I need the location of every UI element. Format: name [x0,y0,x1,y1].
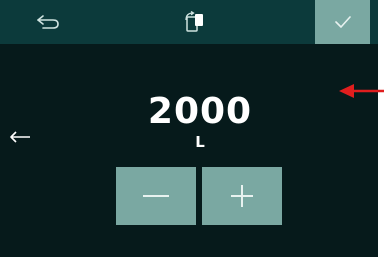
rotate-screen-button[interactable] [145,0,245,44]
back-button[interactable] [0,0,96,44]
confirm-button[interactable] [315,0,370,44]
previous-button[interactable] [7,125,33,149]
volume-unit: L [195,133,205,151]
callout-arrow [339,84,384,98]
increase-button[interactable] [202,167,282,225]
device-screen: 2000 L [0,0,378,257]
decrease-button[interactable] [116,167,196,225]
volume-value: 2000 [147,91,253,132]
undo-arrow-icon [37,15,59,29]
plus-icon [231,185,253,207]
left-arrow-icon [10,131,30,143]
minus-icon [143,195,169,197]
rotate-screen-icon [185,11,203,32]
checkmark-icon [334,16,351,28]
top-toolbar [0,0,378,44]
